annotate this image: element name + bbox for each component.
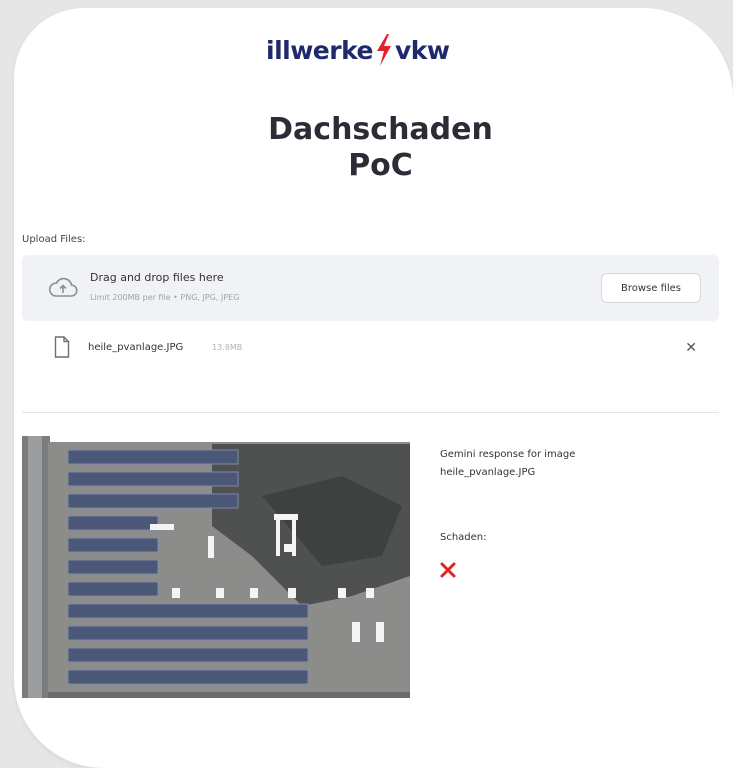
upload-label: Upload Files:: [22, 234, 86, 245]
damage-label: Schaden:: [440, 532, 487, 543]
browse-files-button[interactable]: Browse files: [601, 273, 701, 303]
red-cross-icon: [440, 562, 456, 578]
uploaded-file-name: heile_pvanlage.JPG: [88, 342, 184, 353]
cloud-upload-icon: [48, 277, 78, 297]
page-title: Dachschaden PoC: [14, 112, 733, 184]
brand-left-text: illwerke: [266, 35, 374, 65]
file-dropzone[interactable]: Drag and drop files here Limit 200MB per…: [22, 255, 719, 321]
brand-right-text: vkw: [395, 35, 450, 65]
roof-aerial-image: [22, 436, 410, 698]
gemini-response-text: Gemini response for image heile_pvanlage…: [440, 449, 576, 478]
dropzone-limit: Limit 200MB per file • PNG, JPG, JPEG: [90, 293, 240, 302]
lightning-bolt-icon: [377, 34, 391, 66]
dropzone-instruction: Drag and drop files here: [90, 271, 224, 284]
section-divider: [22, 412, 719, 413]
uploaded-file-row: heile_pvanlage.JPG 13.8MB ✕: [22, 332, 719, 368]
page-title-line2: PoC: [348, 148, 413, 183]
page-title-line1: Dachschaden: [268, 112, 493, 147]
brand-logo: illwerke vkw: [266, 32, 450, 68]
close-icon[interactable]: ✕: [685, 340, 697, 356]
uploaded-file-size: 13.8MB: [212, 343, 243, 352]
file-icon: [54, 336, 70, 358]
